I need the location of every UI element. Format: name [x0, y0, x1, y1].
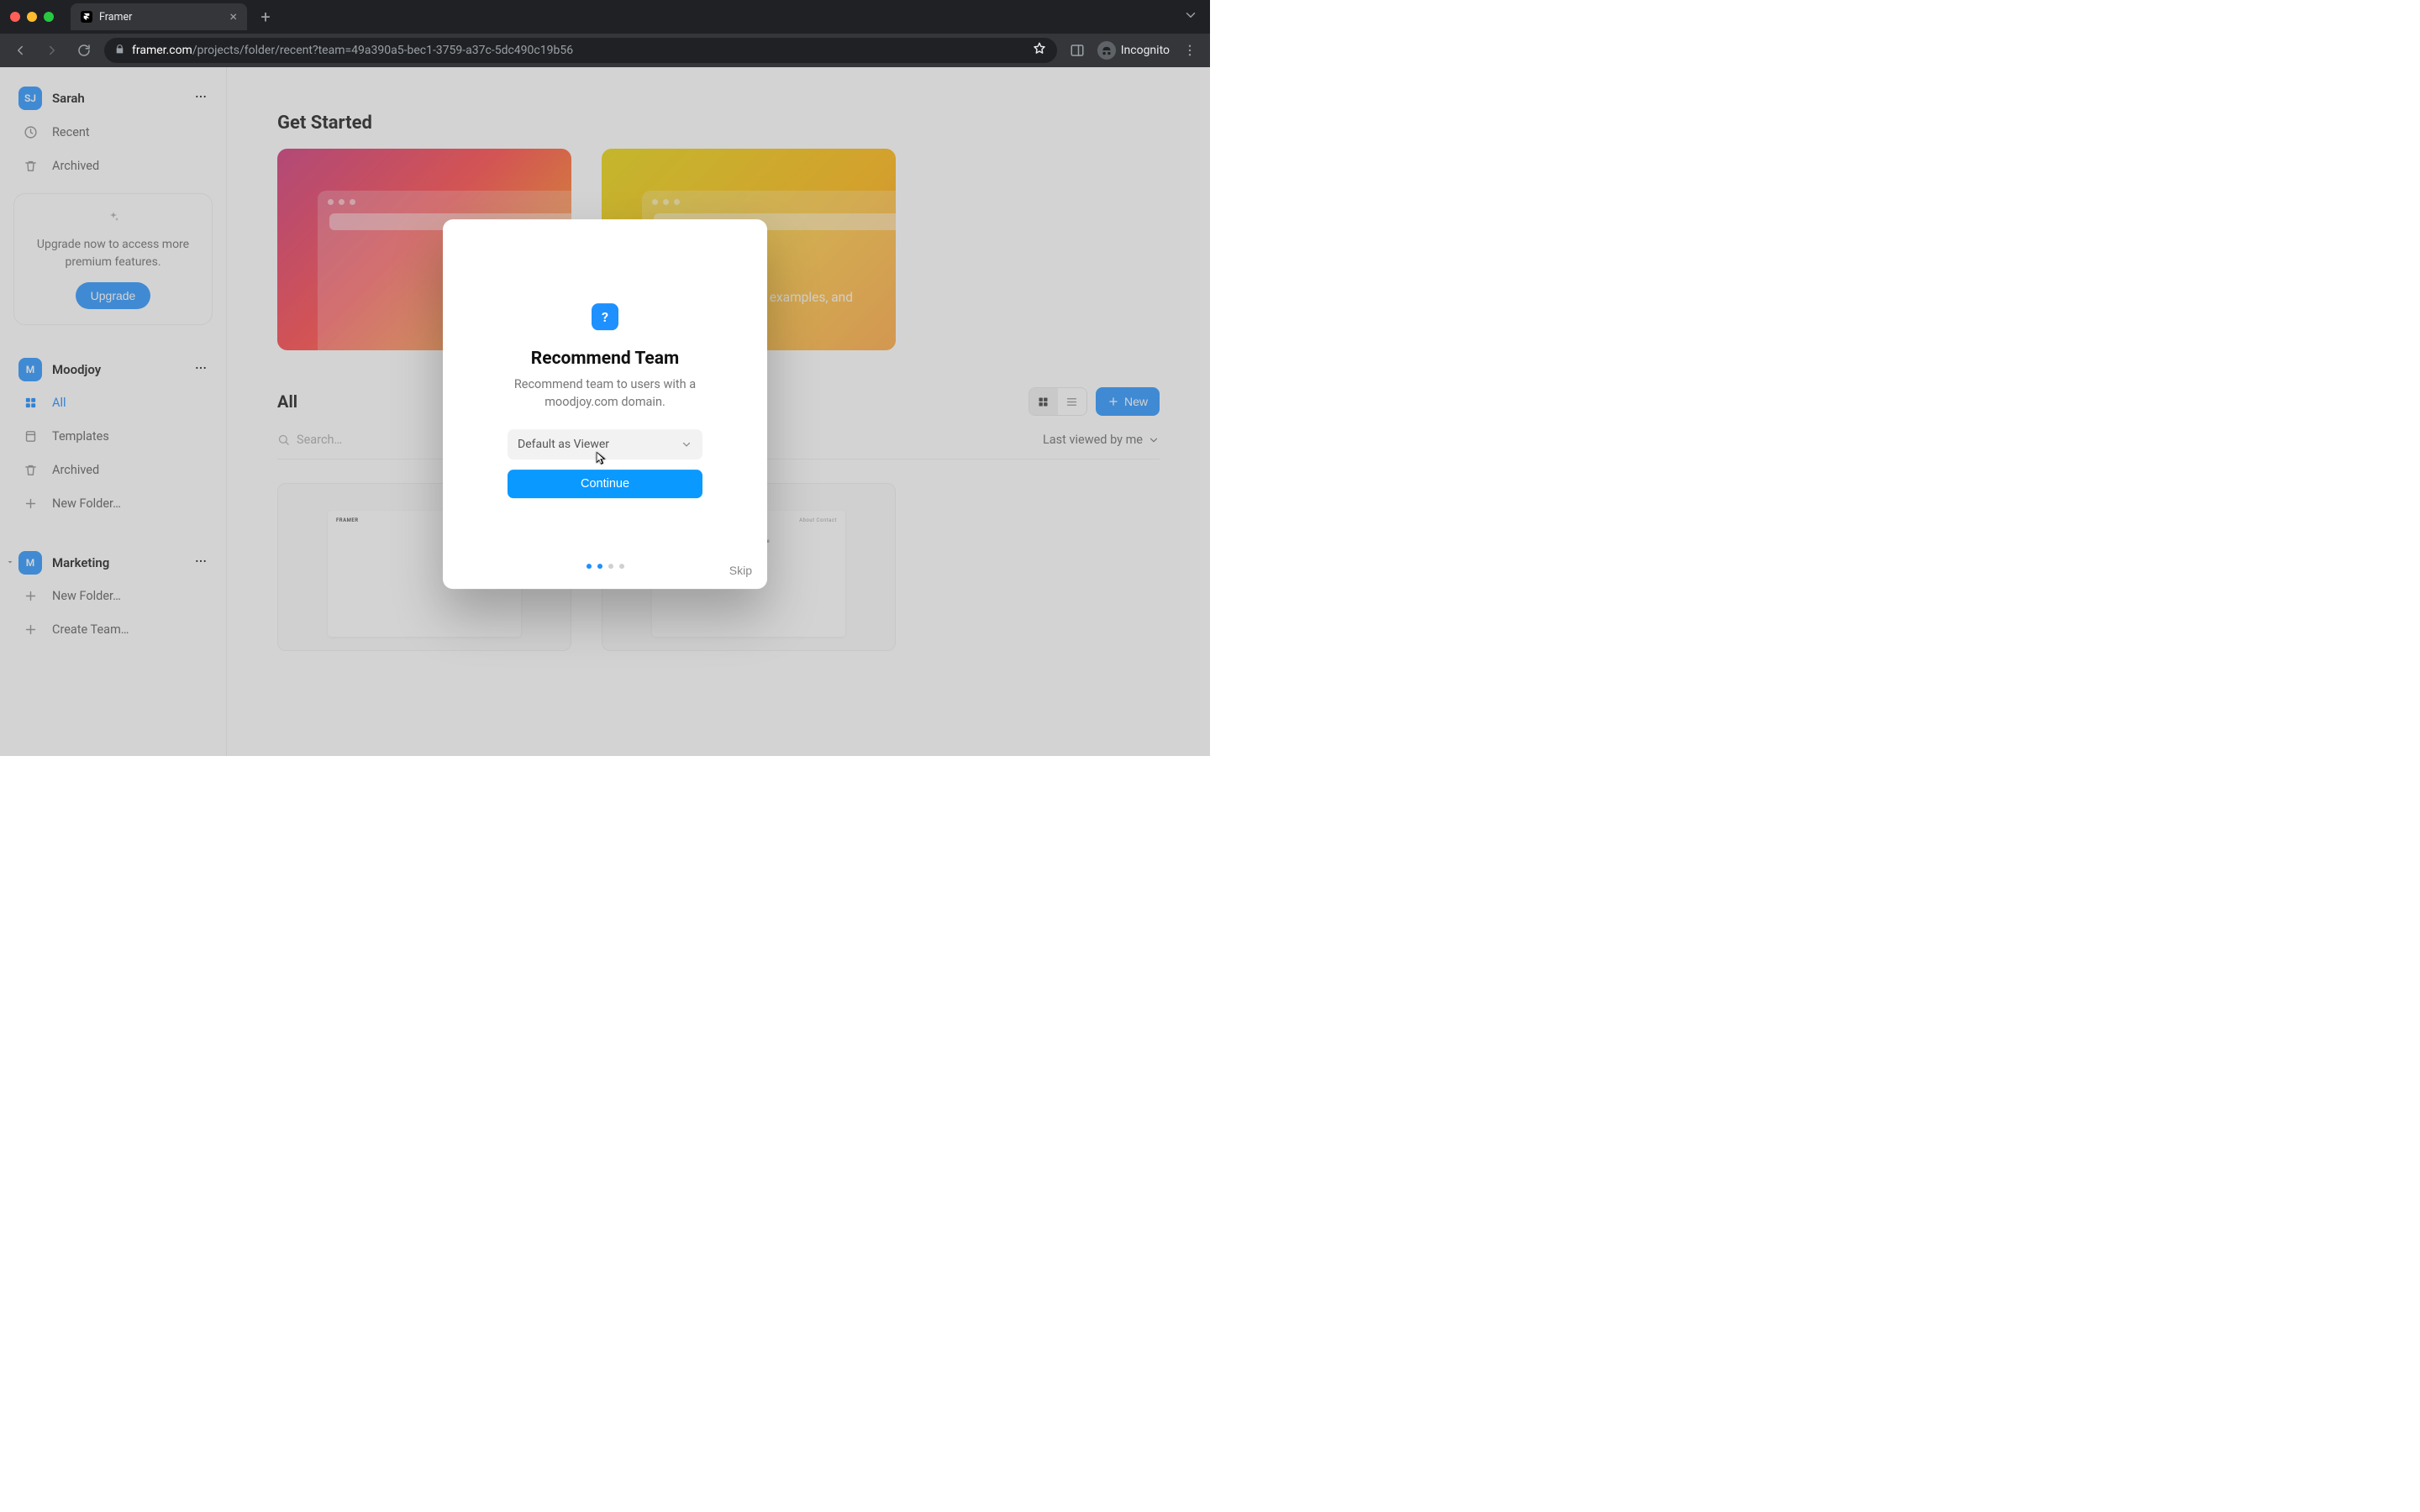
mouse-cursor-icon: [596, 451, 608, 466]
modal-help-icon: ?: [592, 303, 618, 330]
side-panel-icon[interactable]: [1065, 39, 1089, 62]
url-text: framer.com/projects/folder/recent?team=4…: [132, 44, 573, 57]
chevron-down-icon: [681, 438, 692, 450]
tabs-dropdown-icon[interactable]: [1183, 8, 1198, 26]
nav-reload-button[interactable]: [72, 39, 96, 62]
browser-toolbar: framer.com/projects/folder/recent?team=4…: [0, 34, 1210, 67]
step-indicator: [587, 564, 624, 569]
app-root: SJ Sarah Recent Archived: [0, 67, 1210, 756]
modal-title: Recommend Team: [531, 349, 679, 369]
window-close-icon[interactable]: [10, 12, 20, 22]
window-minimize-icon[interactable]: [27, 12, 37, 22]
step-dot: [587, 564, 592, 569]
select-value: Default as Viewer: [518, 438, 609, 451]
lock-icon: [114, 44, 125, 58]
browser-tab[interactable]: Framer ×: [71, 3, 247, 30]
continue-button[interactable]: Continue: [508, 470, 702, 498]
incognito-icon: [1097, 41, 1116, 60]
incognito-label: Incognito: [1121, 44, 1170, 57]
step-dot: [619, 564, 624, 569]
modal-subtitle: Recommend team to users with a moodjoy.c…: [483, 375, 727, 411]
skip-button[interactable]: Skip: [729, 564, 752, 577]
recommend-team-modal: ? Recommend Team Recommend team to users…: [443, 219, 767, 589]
nav-forward-button[interactable]: [40, 39, 64, 62]
incognito-indicator[interactable]: Incognito: [1097, 41, 1170, 60]
browser-menu-icon[interactable]: [1178, 39, 1202, 62]
bookmark-star-icon[interactable]: [1032, 41, 1047, 60]
window-zoom-icon[interactable]: [44, 12, 54, 22]
tab-strip: Framer × +: [0, 0, 1210, 34]
step-dot: [597, 564, 602, 569]
nav-back-button[interactable]: [8, 39, 32, 62]
framer-favicon-icon: [81, 11, 92, 23]
window-controls[interactable]: [10, 12, 54, 22]
tab-close-icon[interactable]: ×: [229, 10, 237, 24]
browser-chrome: Framer × + framer.com/projects/folder/re…: [0, 0, 1210, 67]
tab-title: Framer: [99, 11, 132, 24]
step-dot: [608, 564, 613, 569]
new-tab-button[interactable]: +: [254, 5, 277, 29]
address-bar[interactable]: framer.com/projects/folder/recent?team=4…: [104, 38, 1057, 63]
